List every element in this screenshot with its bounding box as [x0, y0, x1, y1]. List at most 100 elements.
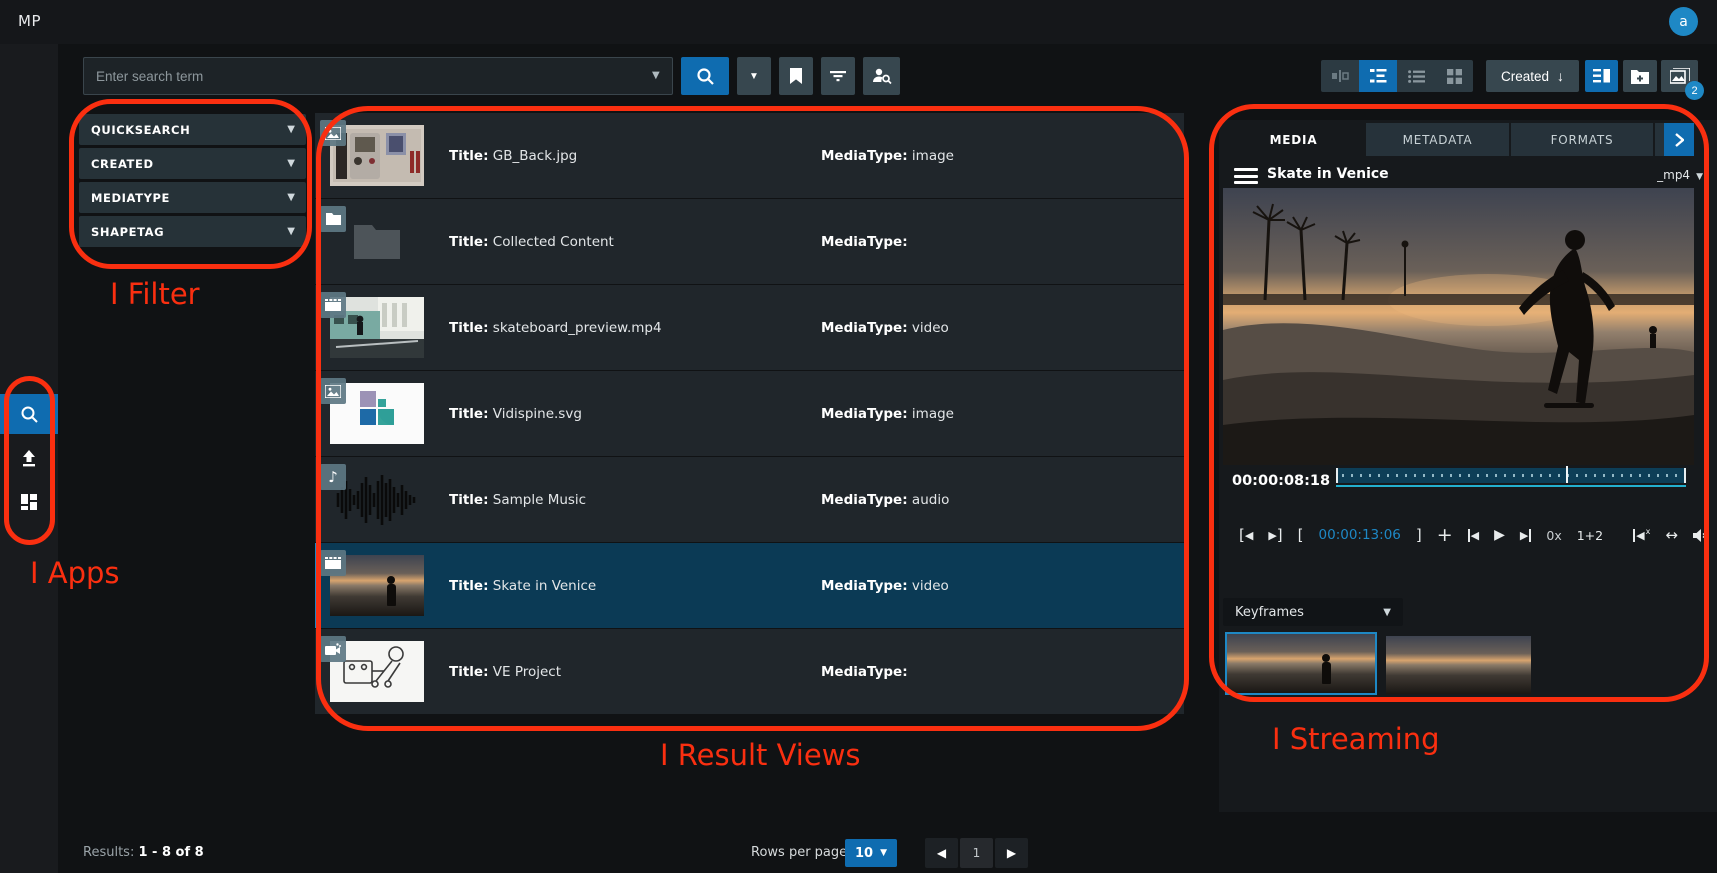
- result-row-gb-back[interactable]: Title: GB_Back.jpg MediaType: image: [315, 113, 1184, 198]
- search-options-dropdown-button[interactable]: ▼: [737, 57, 771, 95]
- result-row-skate-in-venice[interactable]: Title: Skate in Venice MediaType: video: [315, 543, 1184, 628]
- go-to-out-button[interactable]: ▶]: [1268, 526, 1282, 544]
- loop-toggle-icon[interactable]: ◀x: [1633, 529, 1650, 542]
- chevron-down-icon: ▼: [287, 192, 295, 203]
- search-input-caret-icon[interactable]: ▼: [652, 70, 660, 81]
- volume-icon[interactable]: [1693, 529, 1708, 542]
- rows-per-page-select[interactable]: 10 ▼: [845, 839, 897, 867]
- previous-page-button[interactable]: ◀: [925, 838, 958, 868]
- chevron-right-icon: [1674, 133, 1684, 147]
- film-icon: [320, 292, 346, 318]
- menu-icon[interactable]: [1234, 168, 1258, 186]
- arrow-down-icon: ↓: [1557, 68, 1564, 84]
- timeline-scrubber[interactable]: [1336, 468, 1686, 483]
- previous-frame-button[interactable]: ◀: [1468, 529, 1479, 542]
- tab-media[interactable]: MEDIA: [1223, 123, 1364, 156]
- video-player[interactable]: [1223, 188, 1694, 465]
- format-select[interactable]: _mp4▼: [1657, 168, 1703, 182]
- annotation-label-results: I Result Views: [660, 738, 861, 772]
- app-search-button[interactable]: [0, 394, 58, 434]
- dashboard-icon: [19, 492, 39, 512]
- add-marker-button[interactable]: +: [1437, 524, 1453, 546]
- chevron-down-icon: ▼: [749, 71, 759, 82]
- title-value: GB_Back.jpg: [493, 148, 577, 164]
- app-upload-button[interactable]: [0, 438, 58, 478]
- view-grid-button[interactable]: [1435, 60, 1473, 92]
- result-row-collected-content[interactable]: Title: Collected Content MediaType:: [315, 199, 1184, 284]
- video-frame: [1223, 188, 1694, 465]
- audio-channels[interactable]: 1+2: [1577, 528, 1603, 543]
- search-button[interactable]: [681, 57, 729, 95]
- playhead[interactable]: [1566, 466, 1568, 483]
- view-detail-list-button[interactable]: [1359, 60, 1397, 92]
- top-bar: [0, 0, 1717, 44]
- filter-panel: QUICKSEARCH ▼ CREATED ▼ MEDIATYPE ▼ SHAP…: [79, 114, 306, 250]
- filter-accordion-quicksearch[interactable]: QUICKSEARCH ▼: [79, 114, 306, 145]
- title-label: Title:: [449, 148, 488, 164]
- folder-plus-icon: [1631, 69, 1649, 84]
- image-icon: [320, 378, 346, 404]
- chevron-right-icon: ▶: [1007, 846, 1016, 860]
- music-note-icon: ♪: [320, 464, 346, 490]
- mediatype-value: image: [912, 148, 954, 164]
- view-list-button[interactable]: [1397, 60, 1435, 92]
- chevron-left-icon: ◀: [937, 846, 946, 860]
- film-icon: [320, 550, 346, 576]
- next-page-button[interactable]: ▶: [995, 838, 1028, 868]
- app-dashboard-button[interactable]: [0, 482, 58, 522]
- sort-label: Created: [1501, 69, 1549, 84]
- avatar[interactable]: a: [1669, 7, 1698, 36]
- chevron-down-icon: ▼: [1383, 607, 1391, 618]
- app-logo: MP: [18, 12, 41, 30]
- play-button[interactable]: ▶: [1494, 527, 1505, 543]
- search-icon: [696, 67, 715, 86]
- tab-formats[interactable]: FORMATS: [1511, 123, 1653, 156]
- chevron-down-icon: ▼: [287, 158, 295, 169]
- result-row-vidispine-svg[interactable]: Title: Vidispine.svg MediaType: image: [315, 371, 1184, 456]
- go-to-in-button[interactable]: [◀: [1239, 526, 1253, 544]
- user-search-button[interactable]: [863, 57, 900, 95]
- new-collection-button[interactable]: [1623, 60, 1657, 92]
- result-row-ve-project[interactable]: Title: VE Project MediaType:: [315, 629, 1184, 714]
- current-timecode: 00:00:08:18: [1232, 473, 1330, 489]
- set-out-button[interactable]: ]: [1416, 526, 1422, 544]
- shuttle-icon[interactable]: ↔: [1665, 526, 1678, 544]
- timeline-ticks: [1342, 474, 1680, 477]
- chevron-down-icon: ▼: [1696, 172, 1703, 182]
- photo-stack-icon: [1670, 68, 1690, 84]
- mediatype-label: MediaType:: [821, 148, 908, 164]
- keyframes-select[interactable]: Keyframes ▼: [1223, 598, 1403, 626]
- filter-accordion-created[interactable]: CREATED ▼: [79, 148, 306, 179]
- sort-button[interactable]: Created ↓: [1486, 60, 1579, 92]
- result-row-skateboard-preview[interactable]: Title: skateboard_preview.mp4 MediaType:…: [315, 285, 1184, 370]
- tabs-scroll-right-button[interactable]: [1664, 123, 1694, 156]
- filter-button[interactable]: [821, 57, 855, 95]
- toggle-detail-panel-button[interactable]: [1585, 60, 1618, 92]
- tab-metadata[interactable]: METADATA: [1366, 123, 1509, 156]
- media-bin-count-badge: 2: [1685, 81, 1704, 100]
- results-list: Title: GB_Back.jpg MediaType: image Titl…: [315, 113, 1184, 715]
- keyframe-thumbnail-selected[interactable]: [1225, 632, 1377, 695]
- video-edit-icon: [320, 636, 346, 662]
- keyframe-thumbnail[interactable]: [1386, 636, 1531, 694]
- details-panel: MEDIA METADATA FORMATS F Skate in Venice…: [1219, 120, 1717, 812]
- upload-icon: [19, 448, 39, 468]
- app-rail: [0, 44, 58, 873]
- filter-accordion-mediatype[interactable]: MEDIATYPE ▼: [79, 182, 306, 213]
- saved-searches-button[interactable]: [779, 57, 813, 95]
- result-row-sample-music[interactable]: ♪ Title: Sample Music MediaType: audio: [315, 457, 1184, 542]
- rows-per-page-label: Rows per page:: [751, 845, 852, 860]
- page-number[interactable]: 1: [960, 838, 993, 868]
- next-frame-button[interactable]: ▶: [1520, 529, 1531, 542]
- view-timeline-button[interactable]: [1321, 60, 1359, 92]
- chevron-down-icon: ▼: [287, 226, 295, 237]
- playback-speed[interactable]: 0x: [1546, 528, 1561, 543]
- app-window: MP a ▼ ▼: [0, 0, 1717, 873]
- set-in-button[interactable]: [: [1298, 526, 1304, 544]
- results-count: Results: 1 - 8 of 8: [83, 845, 204, 860]
- filter-lines-icon: [829, 69, 847, 83]
- search-input[interactable]: [83, 57, 673, 95]
- filter-accordion-shapetag[interactable]: SHAPETAG ▼: [79, 216, 306, 247]
- split-view-icon: [1593, 69, 1610, 83]
- media-bin-button[interactable]: 2: [1661, 60, 1698, 92]
